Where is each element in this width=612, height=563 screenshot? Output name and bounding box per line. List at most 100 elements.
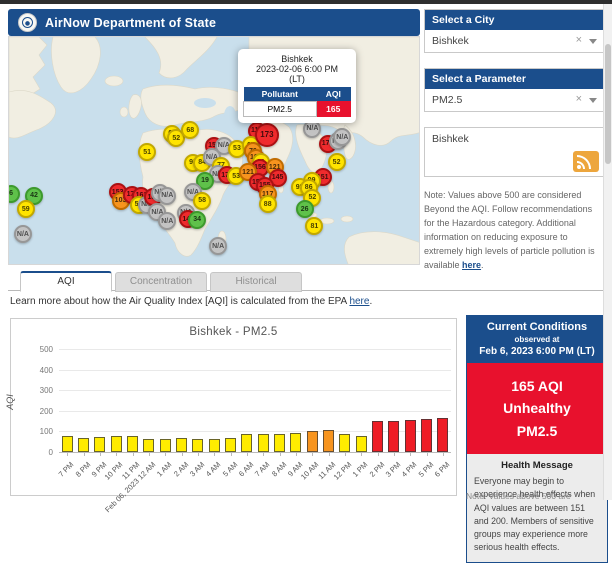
- parameter-select[interactable]: PM2.5 ×: [425, 89, 604, 111]
- bar-1-am[interactable]: [160, 439, 171, 452]
- bar-10-pm[interactable]: [111, 436, 122, 452]
- learn-more-text: Learn more about how the Air Quality Ind…: [10, 296, 349, 307]
- gridline: [59, 390, 451, 391]
- x-tick: [182, 452, 183, 456]
- aqi-marker[interactable]: 68: [181, 121, 199, 139]
- epa-link[interactable]: here: [349, 296, 369, 307]
- learn-more-line: Learn more about how the Air Quality Ind…: [10, 296, 372, 307]
- bar-2-am[interactable]: [176, 438, 187, 452]
- bar-9-am[interactable]: [290, 433, 301, 452]
- aqi-marker[interactable]: N/A: [14, 225, 32, 243]
- y-tick-label: 300: [11, 386, 53, 395]
- aqi-value: 165 AQI: [469, 375, 605, 397]
- x-tick: [263, 452, 264, 456]
- rss-feed-icon[interactable]: [573, 151, 599, 172]
- aqi-marker[interactable]: N/A: [333, 128, 351, 146]
- tooltip-aqi-value: 165: [316, 102, 350, 117]
- bar-7-pm[interactable]: [62, 436, 73, 452]
- app-header: AirNow Department of State: [8, 9, 420, 36]
- y-tick-label: 100: [11, 427, 53, 436]
- tooltip-col-aqi: AQI: [316, 87, 350, 102]
- bar-7-am[interactable]: [258, 434, 269, 452]
- x-tick: [443, 452, 444, 456]
- bar-8-pm[interactable]: [78, 438, 89, 452]
- x-tick: [427, 452, 428, 456]
- x-tick: [394, 452, 395, 456]
- bar-3-am[interactable]: [192, 439, 203, 452]
- bar-11-am[interactable]: [323, 430, 334, 452]
- aqi-marker[interactable]: N/A: [158, 187, 176, 205]
- y-tick-label: 400: [11, 366, 53, 375]
- aqi-marker[interactable]: N/A: [209, 237, 227, 255]
- tooltip-col-pollutant: Pollutant: [244, 87, 317, 102]
- tab-bar: AQIConcentrationHistorical: [8, 270, 604, 291]
- city-select-value: Bishkek: [432, 35, 469, 47]
- city-clear-icon[interactable]: ×: [576, 34, 582, 46]
- sidebar: Select a City Bishkek × Select a Paramet…: [424, 9, 605, 273]
- tab-historical[interactable]: Historical: [210, 272, 302, 292]
- aqi-pollutant: PM2.5: [469, 420, 605, 442]
- health-message-text: Everyone may begin to experience health …: [474, 475, 600, 554]
- x-tick: [165, 452, 166, 456]
- bar-3-pm[interactable]: [388, 421, 399, 452]
- bar-2-pm[interactable]: [372, 421, 383, 452]
- x-tick: [198, 452, 199, 456]
- city-select-label: Select a City: [425, 10, 604, 30]
- chart-title: Bishkek - PM2.5: [11, 326, 456, 338]
- aqi-marker[interactable]: 81: [305, 217, 323, 235]
- aqi-marker[interactable]: 88: [259, 195, 277, 213]
- bar-1-pm[interactable]: [356, 436, 367, 452]
- x-tick: [231, 452, 232, 456]
- bar-8-am[interactable]: [274, 434, 285, 452]
- page-scrollbar[interactable]: [603, 4, 612, 500]
- city-caret-down-icon[interactable]: [589, 39, 597, 44]
- y-tick-label: 200: [11, 407, 53, 416]
- department-of-state-seal-icon: [18, 13, 37, 32]
- bar-feb-06-2023-12-am[interactable]: [143, 439, 154, 452]
- gridline: [59, 349, 451, 350]
- aqi-marker[interactable]: 51: [138, 143, 156, 161]
- bar-4-pm[interactable]: [405, 420, 416, 452]
- parameter-caret-down-icon[interactable]: [589, 98, 597, 103]
- parameter-select-label: Select a Parameter: [425, 69, 604, 89]
- parameter-clear-icon[interactable]: ×: [576, 93, 582, 105]
- bar-6-pm[interactable]: [437, 418, 448, 452]
- bar-5-pm[interactable]: [421, 419, 432, 452]
- bar-10-am[interactable]: [307, 431, 318, 452]
- bar-11-pm[interactable]: [127, 436, 138, 452]
- parameter-select-value: PM2.5: [432, 94, 462, 106]
- tab-concentration[interactable]: Concentration: [115, 272, 207, 292]
- scrollbar-thumb[interactable]: [605, 44, 611, 164]
- aqi-marker[interactable]: 26: [296, 200, 314, 218]
- chart-plot-area: 7 PM8 PM9 PM10 PM11 PMFeb 06, 2023 12 AM…: [59, 349, 451, 453]
- x-tick: [329, 452, 330, 456]
- tooltip-city: Bishkek: [243, 54, 351, 64]
- observed-at-label: observed at: [470, 335, 604, 344]
- aqi-marker[interactable]: N/A: [158, 212, 176, 230]
- bar-12-pm[interactable]: [339, 434, 350, 452]
- x-tick: [67, 452, 68, 456]
- tooltip-table: Pollutant AQI PM2.5 165: [243, 87, 351, 117]
- x-tick: [280, 452, 281, 456]
- x-tick: [312, 452, 313, 456]
- city-select[interactable]: Bishkek ×: [425, 30, 604, 52]
- bar-9-pm[interactable]: [94, 437, 105, 452]
- bar-5-am[interactable]: [225, 438, 236, 452]
- aqi-marker[interactable]: 58: [193, 192, 211, 210]
- aqi-marker[interactable]: 59: [17, 200, 35, 218]
- world-map[interactable]: 64259N/A15310317416156N/A51635268153N/A5…: [8, 36, 420, 265]
- aqi-marker[interactable]: 52: [328, 153, 346, 171]
- x-tick: [345, 452, 346, 456]
- gridline: [59, 370, 451, 371]
- clipped-footer-note: Note: Values above 500 are considered Be…: [466, 491, 608, 500]
- bar-4-am[interactable]: [209, 439, 220, 452]
- bar-6-am[interactable]: [241, 434, 252, 452]
- current-conditions-panel: Current Conditions observed at Feb 6, 20…: [466, 315, 608, 563]
- app-title: AirNow Department of State: [45, 16, 216, 30]
- aqi-marker[interactable]: 173: [255, 123, 279, 147]
- aqi-bar-chart: Bishkek - PM2.5 AQI 0100200300400500 7 P…: [10, 318, 457, 496]
- note-here-link[interactable]: here: [462, 260, 481, 270]
- aqi-marker[interactable]: 34: [188, 211, 206, 229]
- tab-aqi[interactable]: AQI: [20, 271, 112, 292]
- x-tick: [361, 452, 362, 456]
